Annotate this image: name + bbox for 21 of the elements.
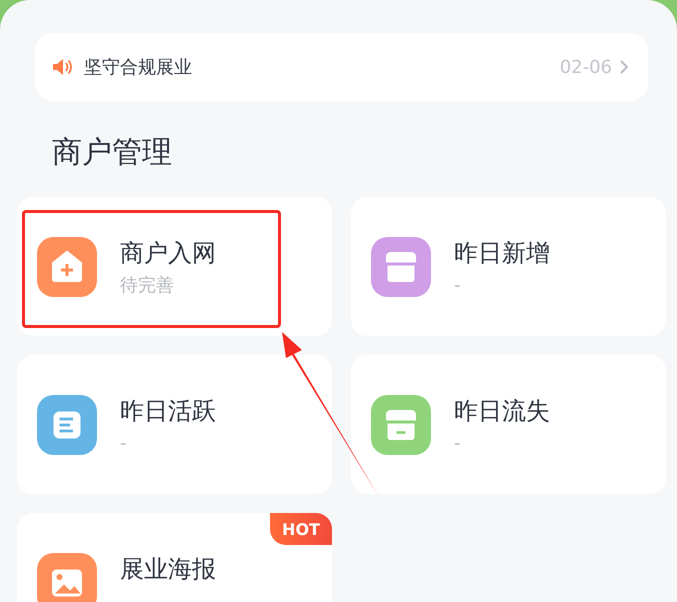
card-title: 昨日流失 — [454, 396, 550, 427]
menu-card[interactable]: 昨日活跃 - — [17, 355, 332, 494]
card-title: 昨日新增 — [454, 238, 550, 269]
card-subtitle: - — [120, 432, 128, 456]
notice-date: 02-06 — [560, 56, 612, 78]
menu-card[interactable]: 昨日新增 - — [351, 197, 666, 336]
chevron-right-icon — [620, 60, 628, 74]
card-title: 商户入网 — [120, 238, 216, 269]
menu-card[interactable]: 商户入网 待完善 — [17, 197, 332, 336]
card-subtitle: - — [454, 432, 462, 456]
card-title: 展业海报 — [120, 554, 216, 585]
speaker-icon — [52, 58, 72, 76]
notice-bar[interactable]: 坚守合规展业 02-06 — [35, 33, 648, 101]
card-subtitle: 待完善 — [120, 274, 175, 298]
notice-text: 坚守合规展业 — [84, 56, 192, 79]
card-title: 昨日活跃 — [120, 396, 216, 427]
card-subtitle: - — [454, 274, 462, 298]
menu-card[interactable]: 展业海报 HOT — [17, 513, 332, 602]
menu-card[interactable]: 昨日流失 - — [351, 355, 666, 494]
hot-badge: HOT — [270, 513, 332, 545]
section-title: 商户管理 — [52, 134, 173, 172]
